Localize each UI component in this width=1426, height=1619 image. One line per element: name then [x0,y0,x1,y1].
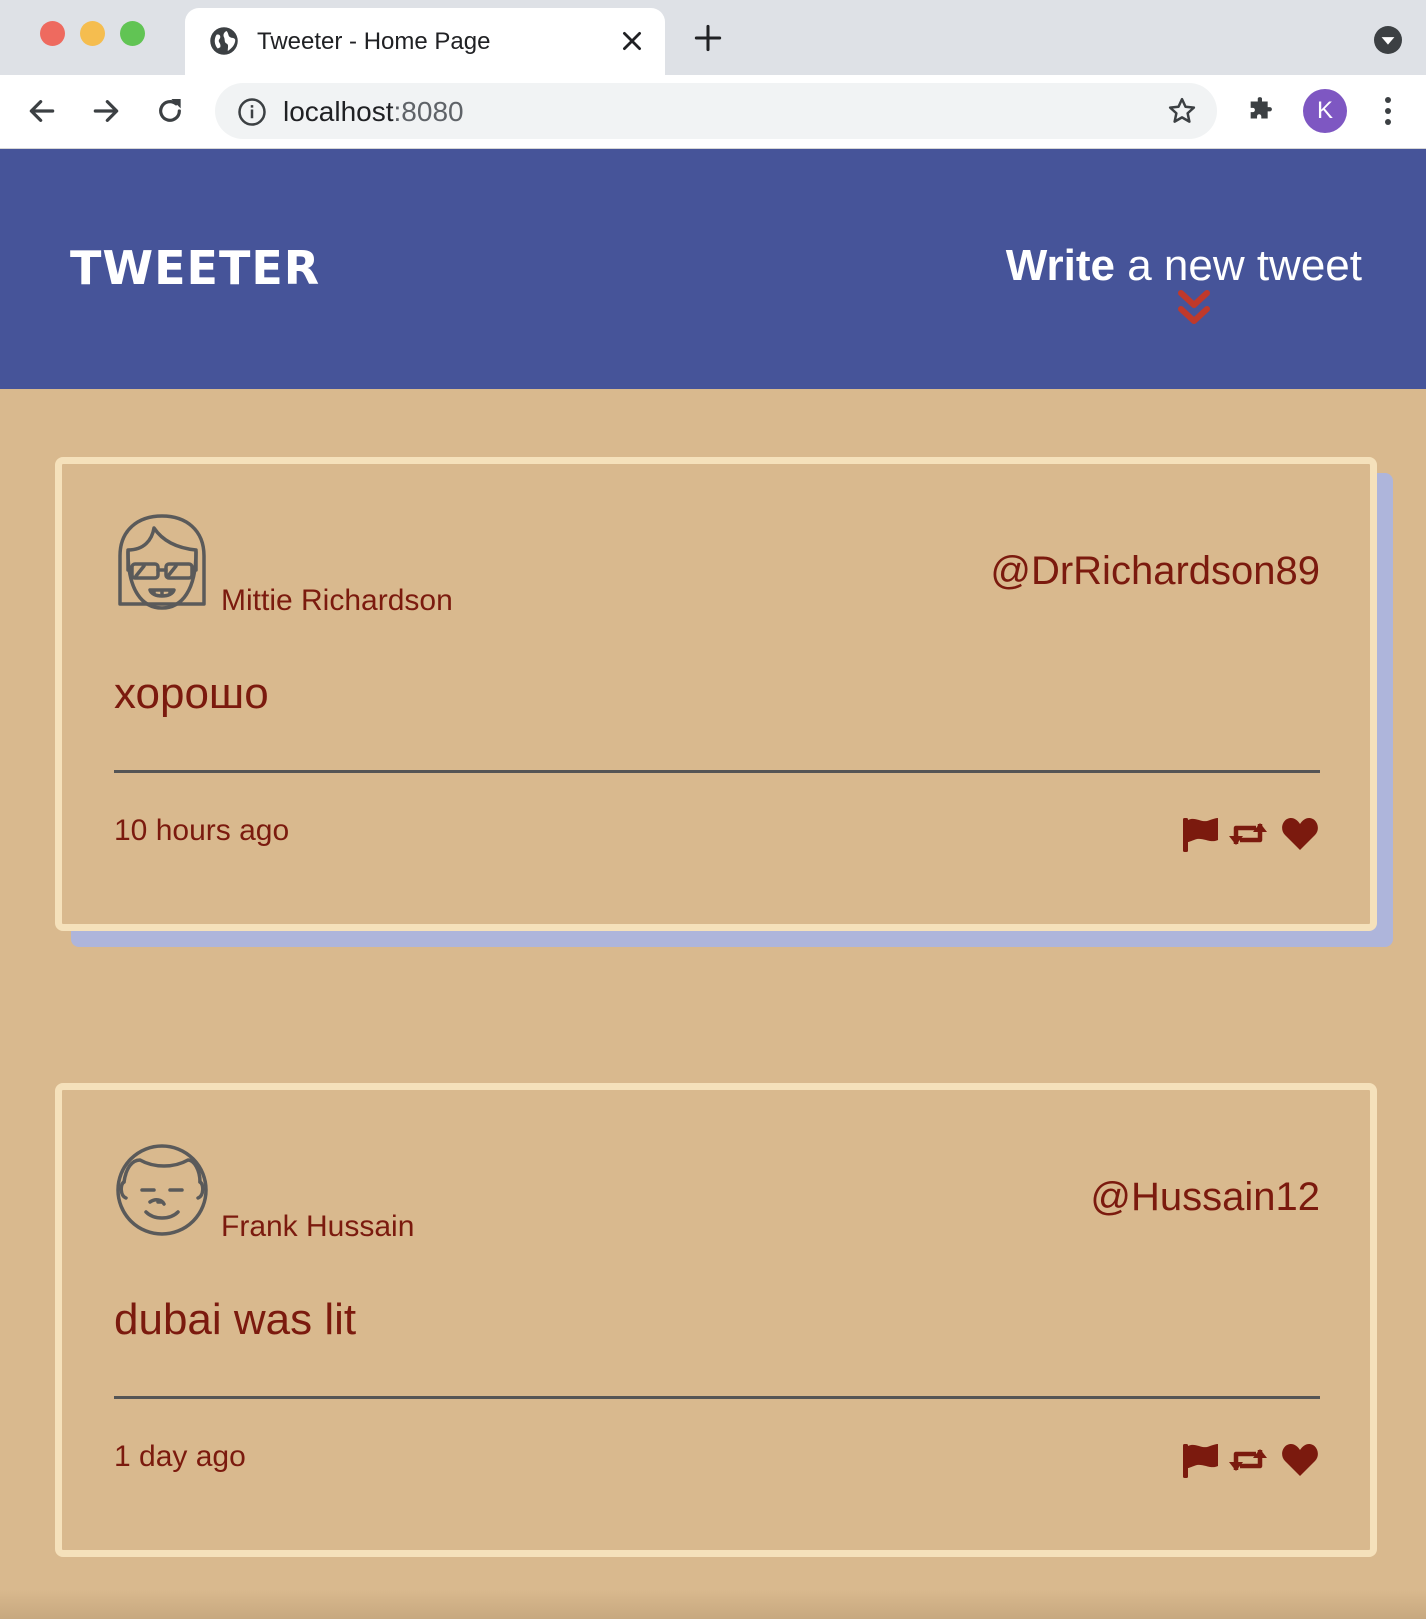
tweet-body: хорошо [114,669,269,718]
tab-title: Tweeter - Home Page [257,28,491,55]
tweet-actions [1180,1440,1320,1480]
tweet-timestamp: 10 hours ago [114,814,290,847]
flag-icon[interactable] [1180,814,1220,854]
retweet-icon[interactable] [1228,814,1268,854]
avatar-smiling-icon [116,1144,208,1236]
maximize-window-button[interactable] [120,21,145,46]
tweet-card[interactable]: Mittie Richardson @DrRichardson89 хорошо… [55,457,1377,931]
reload-icon[interactable] [154,95,186,127]
tweet-divider [114,770,1320,773]
tweet-author-name: Mittie Richardson [221,584,453,617]
new-tab-icon[interactable] [694,24,722,52]
tweet-author-handle: @DrRichardson89 [990,549,1320,593]
page-bottom-shadow [0,1590,1426,1619]
flag-icon[interactable] [1180,1440,1220,1480]
tweet-timestamp: 1 day ago [114,1440,246,1473]
url-host: localhost [283,96,394,127]
tweet-divider [114,1396,1320,1399]
tweet-author-name: Frank Hussain [221,1210,415,1243]
compose-bold-text: Write [1005,241,1115,290]
site-header: TWEETER Write a new tweet [0,149,1426,389]
globe-icon [210,27,238,55]
double-chevron-down-icon[interactable] [1177,289,1211,329]
tweet-card[interactable]: Frank Hussain @Hussain12 dubai was lit 1… [55,1083,1377,1557]
heart-icon[interactable] [1280,1440,1320,1480]
compose-rest-text: a new tweet [1114,241,1362,290]
tab-search-icon[interactable] [1374,26,1402,54]
site-logo[interactable]: TWEETER [70,241,320,295]
tweet-author-handle: @Hussain12 [1090,1175,1320,1219]
retweet-icon[interactable] [1228,1440,1268,1480]
browser-toolbar: localhost:8080 K [0,75,1426,149]
extensions-puzzle-icon[interactable] [1245,93,1279,127]
profile-avatar[interactable]: K [1303,89,1347,133]
heart-icon[interactable] [1280,814,1320,854]
address-bar[interactable]: localhost:8080 [215,83,1217,139]
tweet-actions [1180,814,1320,854]
forward-arrow-icon[interactable] [90,95,122,127]
browser-tab[interactable]: Tweeter - Home Page [185,8,665,75]
write-new-tweet-link[interactable]: Write a new tweet [1006,241,1362,291]
close-window-button[interactable] [40,21,65,46]
url-text[interactable]: localhost:8080 [283,96,464,128]
info-icon[interactable] [237,97,267,127]
close-tab-icon[interactable] [619,28,645,54]
back-arrow-icon[interactable] [26,95,58,127]
url-port: :8080 [393,96,464,127]
browser-tabstrip: Tweeter - Home Page [0,0,1426,75]
tweet-body: dubai was lit [114,1295,357,1344]
bookmark-star-icon[interactable] [1167,96,1197,126]
avatar-sunglasses-icon [118,514,206,610]
minimize-window-button[interactable] [80,21,105,46]
browser-menu-icon[interactable] [1376,94,1400,128]
